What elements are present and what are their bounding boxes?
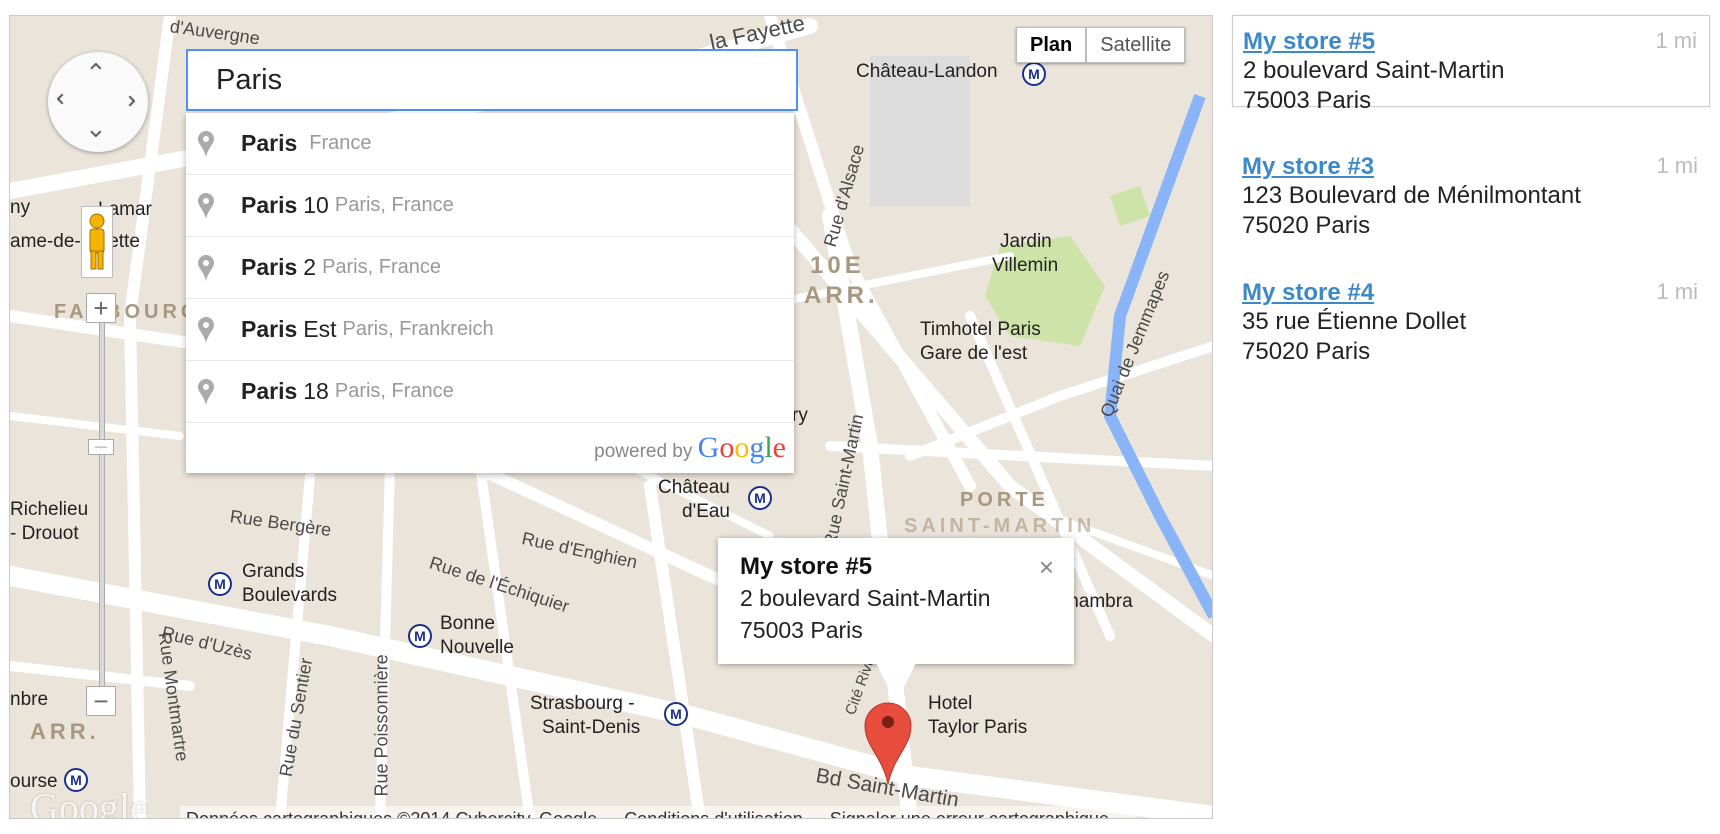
- map-label: SAINT-MARTIN: [904, 515, 1096, 537]
- store-name-link[interactable]: My store #4: [1242, 279, 1700, 307]
- map-type-control: Plan Satellite: [1016, 27, 1186, 63]
- pan-left-icon[interactable]: ⌃: [52, 88, 82, 110]
- store-address: 75003 Paris: [1243, 87, 1372, 114]
- terms-link[interactable]: Conditions d'utilisation: [624, 809, 803, 818]
- map-label: nbre: [10, 689, 49, 710]
- map-label: Château-Landon: [856, 61, 998, 82]
- search-input[interactable]: Paris: [186, 49, 798, 111]
- pin-icon: [198, 192, 214, 219]
- attribution-data: Données cartographiques ©2014 Cybercity,…: [186, 809, 598, 819]
- metro-icon: M: [748, 486, 772, 510]
- map-label: Château: [658, 477, 730, 498]
- map-label: Bonne: [440, 613, 495, 634]
- info-window-tail: [876, 663, 916, 703]
- zoom-in-button[interactable]: +: [86, 293, 116, 323]
- pan-down-icon[interactable]: ⌃: [85, 112, 107, 142]
- store-address: 2 boulevard Saint-Martin: [1243, 57, 1505, 84]
- pin-icon: [198, 254, 214, 281]
- map-label: Jardin: [1000, 231, 1052, 252]
- store-item[interactable]: My store #3 123 Boulevard de Ménilmontan…: [1232, 141, 1710, 239]
- autocomplete-item[interactable]: Paris Est Paris, Frankreich: [186, 299, 794, 361]
- autocomplete-item[interactable]: Paris 18 Paris, France: [186, 361, 794, 423]
- map-label: Grands: [242, 561, 305, 582]
- pin-icon: [198, 316, 214, 343]
- map-label: Richelieu: [10, 499, 89, 520]
- map-label: FAUBOURG: [54, 301, 201, 323]
- autocomplete-item[interactable]: Paris France: [186, 113, 794, 175]
- metro-icon: M: [664, 702, 688, 726]
- store-item[interactable]: My store #4 35 rue Étienne Dollet 75020 …: [1232, 267, 1710, 365]
- pan-up-icon[interactable]: ⌃: [85, 60, 107, 86]
- pin-icon: [198, 378, 214, 405]
- map-label: ARR.: [30, 719, 100, 744]
- pan-control[interactable]: ⌃ ⌃ ⌃ ⌃: [48, 52, 148, 152]
- store-distance: 1 mi: [1656, 279, 1698, 304]
- info-window: My store #5 2 boulevard Saint-Martin 750…: [718, 538, 1074, 664]
- map-type-satellite-button[interactable]: Satellite: [1086, 27, 1186, 63]
- autocomplete-dropdown: Paris France Paris 10 Paris, France Paris 2 P…: [186, 113, 794, 473]
- pan-right-icon[interactable]: ⌃: [110, 90, 140, 112]
- map-label: Gare de l'est: [920, 343, 1028, 364]
- map-label: ny: [10, 197, 31, 218]
- autocomplete-item[interactable]: Paris 2 Paris, France: [186, 237, 794, 299]
- map-attribution: Données cartographiques ©2014 Cybercity,…: [180, 806, 1137, 819]
- store-distance: 1 mi: [1655, 28, 1697, 53]
- google-map-logo: Google: [30, 785, 148, 819]
- map-label: Boulevards: [242, 585, 338, 606]
- map-label: Timhotel Paris: [920, 319, 1041, 340]
- pegman-icon[interactable]: [81, 206, 113, 278]
- map-label: ame-de-Lorette: [10, 231, 140, 252]
- store-distance: 1 mi: [1656, 153, 1698, 178]
- map-label: d'Eau: [682, 501, 731, 522]
- info-window-line: 75003 Paris: [740, 617, 863, 643]
- store-name-link[interactable]: My store #3: [1242, 153, 1700, 181]
- map-label: Villemin: [992, 255, 1059, 276]
- metro-icon: M: [408, 624, 432, 648]
- metro-icon: M: [208, 572, 232, 596]
- street-label: Rue Poissonnière: [371, 654, 392, 797]
- map-label: ry: [792, 405, 808, 426]
- zoom-slider[interactable]: [99, 306, 105, 698]
- map-label: PORTE: [960, 489, 1049, 511]
- map-label: Nouvelle: [440, 637, 514, 658]
- zoom-out-button[interactable]: −: [86, 686, 116, 716]
- map-label: - Drouot: [10, 523, 79, 544]
- map-type-plan-button[interactable]: Plan: [1016, 27, 1087, 63]
- store-address: 75020 Paris: [1242, 338, 1371, 365]
- map-label: Strasbourg -: [530, 693, 635, 714]
- map-label: lhambra: [1064, 591, 1133, 612]
- store-address: 123 Boulevard de Ménilmontant: [1242, 182, 1581, 209]
- map-label: Saint-Denis: [542, 717, 641, 738]
- store-address: 75020 Paris: [1242, 212, 1371, 239]
- metro-icon: M: [1022, 62, 1046, 86]
- map[interactable]: Château-Landon M Jardin Villemin 10E ARR…: [9, 15, 1213, 819]
- google-logo: Google: [697, 431, 786, 464]
- store-name-link[interactable]: My store #5: [1243, 28, 1699, 56]
- info-window-line: 2 boulevard Saint-Martin: [740, 585, 991, 611]
- info-window-title: My store #5: [740, 553, 873, 580]
- store-list: My store #5 2 boulevard Saint-Martin 750…: [1232, 15, 1710, 393]
- map-label: Taylor Paris: [928, 717, 1028, 738]
- map-label: Hotel: [928, 693, 973, 714]
- close-icon[interactable]: ×: [1039, 552, 1054, 583]
- powered-by-google: powered by Google: [594, 431, 786, 464]
- store-address: 35 rue Étienne Dollet: [1242, 308, 1467, 335]
- autocomplete-item[interactable]: Paris 10 Paris, France: [186, 175, 794, 237]
- pin-icon: [198, 130, 214, 157]
- map-label: ARR.: [804, 282, 879, 309]
- map-label: 10E: [810, 252, 865, 279]
- store-item[interactable]: My store #5 2 boulevard Saint-Martin 750…: [1232, 15, 1710, 114]
- zoom-handle[interactable]: —: [88, 439, 114, 455]
- report-error-link[interactable]: Signaler une erreur cartographique: [830, 809, 1109, 818]
